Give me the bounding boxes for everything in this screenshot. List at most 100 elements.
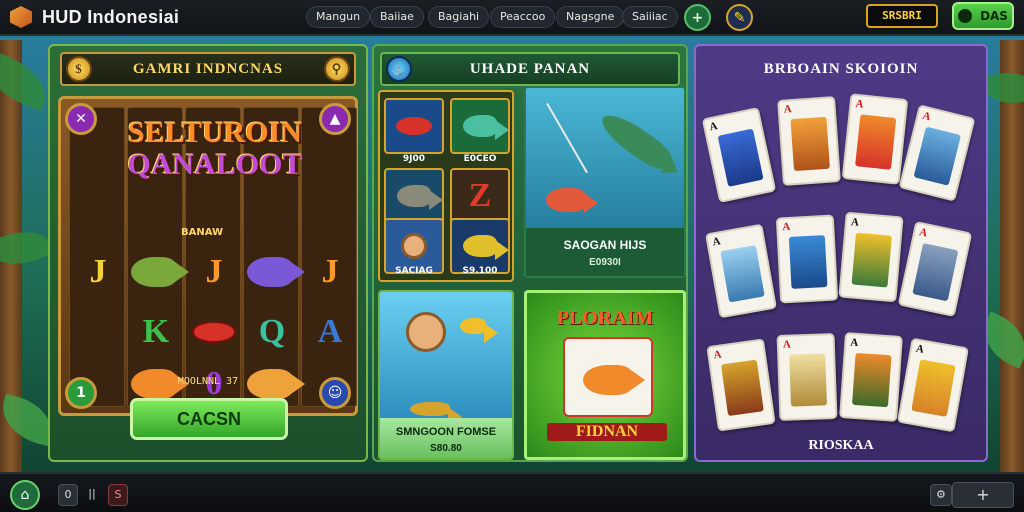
card-rank: A (708, 119, 719, 134)
nav-item-saiiiac[interactable]: Saiiiac (622, 6, 678, 28)
reel-symbol-j: J (321, 253, 339, 290)
card-fish-art (852, 352, 892, 408)
daily-bonus-label: DAS (980, 9, 1008, 23)
balance-display: SRSBRI (866, 4, 938, 28)
card-rank: A (921, 109, 932, 124)
slot-title-line-2: QANALOOT (127, 148, 303, 181)
fishing-line (546, 102, 588, 174)
card-rank: A (849, 336, 859, 350)
adventure-game-tile[interactable]: SMNGOON FOMSE S80.80 (378, 290, 514, 460)
nav-item-peaccoo[interactable]: Peaccoo (490, 6, 556, 28)
fish-symbol (131, 249, 189, 295)
nav-item-nagsgne[interactable]: Nagsgne (556, 6, 625, 28)
playing-card[interactable]: A (706, 338, 776, 432)
card-games-panel: BRBOAIN SKOIOIN A A A A A A A A A A A A … (694, 44, 988, 462)
card-rank: A (711, 235, 722, 249)
mini-game-label: SACIAG (395, 266, 433, 276)
playing-card[interactable]: A (839, 332, 903, 422)
playing-card[interactable]: A (776, 333, 838, 421)
card-fish-art (788, 235, 828, 289)
mini-games-grid: 9J00 E0CEO Z SACIAG S9.100 (378, 90, 514, 282)
win-amount: MOOLNNL 37 (177, 376, 239, 387)
add-button[interactable]: + (684, 4, 711, 31)
reel-symbol-q: Q (258, 313, 286, 350)
feature-title: SAOGAN HIJS (563, 238, 647, 252)
plus-icon: + (976, 485, 990, 504)
adventure-title: SMNGOON FOMSE (395, 426, 497, 438)
boat-icon (410, 402, 462, 427)
plus-icon: + (691, 9, 704, 26)
card-fish-art (720, 245, 765, 303)
coin-icon: $ (66, 56, 92, 82)
card-fish-art (790, 116, 830, 172)
poker-fish-title-top: PLORAIM (556, 307, 654, 329)
reel-symbol-a: A (317, 313, 343, 350)
card-panel-footer: RIOSKAA (808, 438, 874, 453)
feature-value: E0930I (589, 257, 621, 268)
playing-card[interactable]: A (701, 106, 777, 204)
slot-machine-panel: $ GAMRI INDNCNAS ⚲ SELTUROIN QANALOOT BA… (48, 44, 368, 462)
slot-game-title: SELTUROIN QANALOOT (95, 117, 335, 181)
card-rank: A (915, 342, 925, 356)
feature-fishing-tile[interactable]: SAOGAN HIJS E0930I (524, 86, 686, 278)
pause-chip[interactable]: || (82, 484, 102, 506)
counter-chip[interactable]: 0 (58, 484, 78, 506)
bonus-corner-button[interactable]: ✕ (65, 103, 97, 135)
slot-panel-header: $ GAMRI INDNCNAS ⚲ (60, 52, 356, 86)
adventure-value: S80.80 (430, 443, 462, 454)
spin-button[interactable]: CACSN (130, 398, 288, 440)
card-fish-art (855, 114, 897, 170)
card-fish-art (913, 126, 961, 186)
settings-chip[interactable]: ⚙ (930, 484, 952, 506)
card-rank: A (781, 220, 791, 234)
slot-game-subtitle: BANAW (181, 227, 224, 238)
playing-card[interactable]: A (704, 223, 778, 319)
fishing-hook-button[interactable]: ✎ (726, 4, 753, 31)
reel-symbol-j: J (89, 253, 107, 290)
playing-card[interactable]: A (897, 220, 973, 318)
red-fish-icon (546, 188, 598, 213)
check-icon (958, 9, 973, 23)
playing-card[interactable]: A (896, 337, 970, 433)
card-rank: A (712, 348, 723, 362)
card-rank: A (850, 216, 860, 229)
fishing-panel-title: UHADE PANAN (469, 60, 591, 77)
playing-card[interactable]: A (775, 214, 839, 304)
mini-game-label: 9J00 (402, 154, 426, 164)
card-rank: A (918, 226, 929, 240)
playing-card[interactable]: A (841, 93, 909, 185)
reel-symbol-k: K (142, 313, 170, 350)
app-title: HUD Indonesiai (42, 6, 180, 27)
nav-item-baiiae[interactable]: Baiiae (370, 6, 424, 28)
mini-game-z[interactable]: Z (450, 168, 510, 224)
mini-game-grey-fish[interactable] (384, 168, 444, 224)
bet-chip[interactable]: S (108, 484, 128, 506)
tree-trunk-right (1000, 40, 1024, 480)
slot-title-line-1: SELTUROIN (128, 116, 302, 149)
home-icon: ⌂ (20, 487, 30, 503)
fisherman-icon (406, 312, 446, 352)
reel-symbol-j: J (205, 253, 223, 290)
nav-item-mangun[interactable]: Mangun (306, 6, 371, 28)
nav-item-bagiahi[interactable]: Bagiahi (428, 6, 490, 28)
playing-card[interactable]: A (898, 104, 976, 202)
mini-game-lips[interactable] (384, 98, 444, 154)
info-corner-button[interactable]: ▲ (319, 103, 351, 135)
logo-cube-icon (10, 6, 32, 28)
poker-card-icon (563, 337, 653, 417)
mini-game-fish[interactable] (450, 98, 510, 154)
card-fish-art (851, 232, 892, 288)
playing-card[interactable]: A (777, 96, 841, 186)
card-panel-header: BRBOAIN SKOIOIN (763, 60, 919, 77)
add-bet-button[interactable]: + (952, 482, 1014, 508)
lips-symbol (189, 309, 239, 355)
home-button[interactable]: ⌂ (10, 480, 40, 510)
magnifier-coin-icon[interactable]: ⚲ (324, 56, 350, 82)
fish-symbol (247, 249, 305, 295)
poker-fish-game-tile[interactable]: PLORAIM FIDNAN (524, 290, 686, 460)
small-fish-icon (460, 318, 498, 343)
fishing-panel-header: ⚓ UHADE PANAN (380, 52, 680, 86)
playing-card[interactable]: A (838, 211, 904, 303)
daily-bonus-button[interactable]: DAS (952, 2, 1014, 30)
hook-icon: ✎ (733, 9, 746, 26)
